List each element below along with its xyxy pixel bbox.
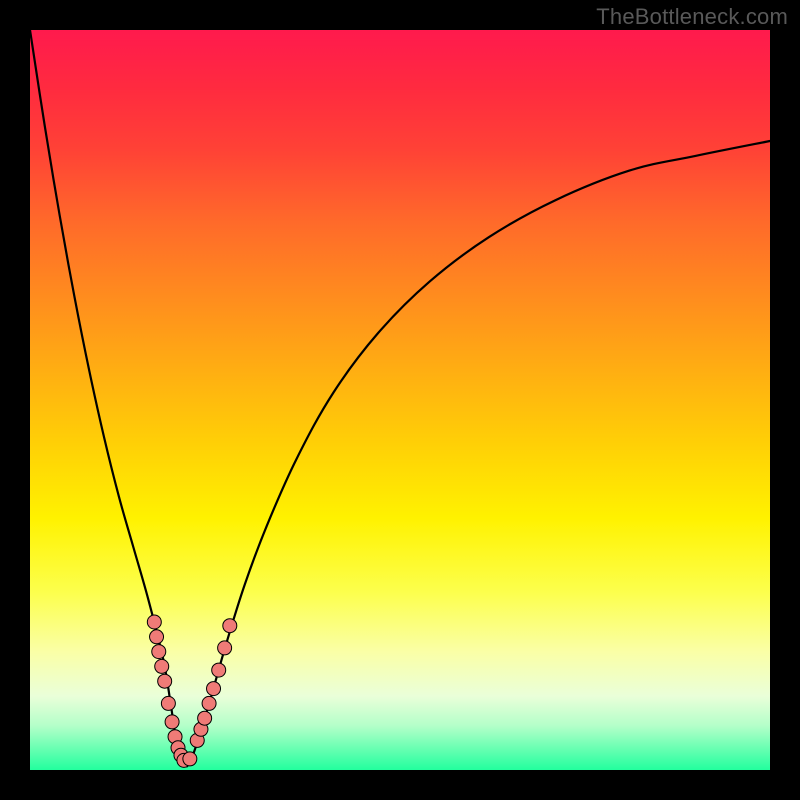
data-marker	[223, 619, 237, 633]
data-marker	[212, 663, 226, 677]
data-marker	[161, 696, 175, 710]
watermark-text: TheBottleneck.com	[596, 4, 788, 30]
data-marker	[147, 615, 161, 629]
data-marker	[202, 696, 216, 710]
plot-area	[30, 30, 770, 770]
data-marker	[155, 659, 169, 673]
data-marker	[207, 682, 221, 696]
curve-group	[30, 30, 770, 766]
data-marker	[183, 752, 197, 766]
curve-right-curve	[187, 141, 770, 766]
data-marker	[198, 711, 212, 725]
data-marker	[152, 645, 166, 659]
data-marker	[218, 641, 232, 655]
data-marker	[150, 630, 164, 644]
data-marker	[165, 715, 179, 729]
chart-frame: TheBottleneck.com	[0, 0, 800, 800]
chart-svg	[30, 30, 770, 770]
data-marker	[158, 674, 172, 688]
marker-group	[147, 615, 236, 767]
